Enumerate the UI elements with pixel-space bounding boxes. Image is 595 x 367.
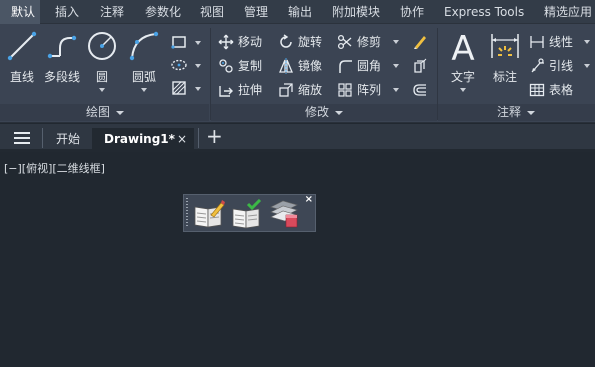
rectangle-dropdown-icon[interactable] <box>195 41 201 45</box>
modify-panel-title[interactable]: 修改 <box>305 103 344 121</box>
tab-divider <box>198 128 199 148</box>
check-notebook-icon <box>232 198 262 229</box>
line-label: 直线 <box>9 70 34 84</box>
text-dropdown-icon[interactable] <box>460 88 466 92</box>
stretch-icon <box>219 86 233 97</box>
close-toolbar-icon[interactable]: × <box>305 195 313 205</box>
fillet-icon <box>339 60 352 73</box>
text-icon: A <box>451 30 474 64</box>
line-button[interactable]: 直线 <box>4 26 40 102</box>
ellipse-dropdown-icon[interactable] <box>195 64 201 68</box>
move-icon <box>218 34 234 50</box>
dimension-label: 标注 <box>492 70 517 84</box>
fillet-label: 圆角 <box>357 59 382 73</box>
tab-drawing1-label: Drawing1* <box>104 132 175 146</box>
document-tab-bar: 开始 Drawing1* × + <box>0 124 595 152</box>
linear-dropdown-icon[interactable] <box>584 40 590 44</box>
arc-dropdown-icon[interactable] <box>141 88 147 92</box>
layer-stack-icon <box>270 200 298 228</box>
tab-insert[interactable]: 插入 <box>55 0 79 24</box>
array-label: 阵列 <box>357 83 382 97</box>
offset-icon[interactable] <box>412 82 428 98</box>
new-tab-button[interactable]: + <box>206 125 223 149</box>
move-label: 移动 <box>238 35 263 49</box>
ribbon-panel-area: 直线 多段线 圆 圆弧 绘图 移动 旋转 修剪 复制 镜像 圆角 拉伸 缩放 阵… <box>0 24 595 123</box>
linear-dimension-icon <box>530 36 544 48</box>
trim-dropdown-icon[interactable] <box>393 40 399 44</box>
tab-default[interactable]: 默认 <box>0 0 40 24</box>
drawing-canvas[interactable]: [−][俯视][二维线框] <box>0 152 595 367</box>
dimension-icon <box>491 34 519 58</box>
arc-label: 圆弧 <box>131 70 156 84</box>
tab-featured-apps[interactable]: 精选应用 <box>544 0 592 24</box>
draw-panel-title[interactable]: 绘图 <box>86 103 125 121</box>
tab-parametric[interactable]: 参数化 <box>145 0 181 24</box>
leader-icon <box>531 58 544 73</box>
toolbar-grip-handle[interactable] <box>186 198 188 228</box>
tab-manage[interactable]: 管理 <box>244 0 268 24</box>
circle-dropdown-icon[interactable] <box>99 88 105 92</box>
edit-notebook-icon <box>194 200 225 228</box>
hatch-dropdown-icon[interactable] <box>195 87 201 91</box>
fillet-dropdown-icon[interactable] <box>393 64 399 68</box>
viewport-controls[interactable]: [−][俯视][二维线框] <box>4 160 105 176</box>
svg-text:A: A <box>451 30 474 64</box>
copy-icon <box>219 59 233 73</box>
rotate-icon <box>280 34 292 48</box>
linear-label: 线性 <box>549 35 574 49</box>
line-icon <box>7 31 37 61</box>
circle-label: 圆 <box>95 70 108 84</box>
trim-icon <box>337 34 352 50</box>
explode-icon[interactable] <box>412 58 428 74</box>
tab-divider <box>42 128 43 148</box>
stretch-label: 拉伸 <box>238 83 263 97</box>
scale-icon <box>279 83 293 97</box>
draw-panel-expand-icon[interactable] <box>116 110 125 115</box>
ellipse-icon[interactable] <box>171 57 187 73</box>
arc-button[interactable]: 圆弧 <box>126 26 162 102</box>
rotate-label: 旋转 <box>298 35 323 49</box>
array-dropdown-icon[interactable] <box>393 88 399 92</box>
erase-icon[interactable] <box>412 34 428 50</box>
tab-output[interactable]: 输出 <box>288 0 312 24</box>
leader-dropdown-icon[interactable] <box>584 64 590 68</box>
dimension-button[interactable]: 标注 <box>486 26 524 102</box>
tab-view[interactable]: 视图 <box>200 0 224 24</box>
scale-label: 缩放 <box>298 83 323 97</box>
table-label: 表格 <box>549 83 574 97</box>
tab-express-tools[interactable]: Express Tools <box>444 0 524 24</box>
copy-label: 复制 <box>238 59 263 73</box>
floating-toolbar[interactable]: × <box>183 194 316 232</box>
arc-icon <box>129 31 159 61</box>
mirror-label: 镜像 <box>298 59 323 73</box>
array-icon <box>338 83 352 97</box>
trim-label: 修剪 <box>357 35 382 49</box>
modify-panel-expand-icon[interactable] <box>335 110 344 115</box>
mirror-icon <box>279 58 293 74</box>
hatch-icon[interactable] <box>171 80 187 96</box>
tab-addins[interactable]: 附加模块 <box>332 0 380 24</box>
leader-label: 引线 <box>549 59 574 73</box>
text-button[interactable]: A 文字 <box>444 26 482 102</box>
layer-stack-button[interactable] <box>269 199 301 229</box>
edit-notebook-button[interactable] <box>193 199 225 229</box>
polyline-label: 多段线 <box>43 70 80 84</box>
rectangle-icon[interactable] <box>171 34 187 50</box>
annotation-panel-title[interactable]: 注释 <box>497 103 536 121</box>
hamburger-icon[interactable] <box>13 131 31 145</box>
tab-collaborate[interactable]: 协作 <box>400 0 424 24</box>
ribbon-tab-bar: 默认 插入 注释 参数化 视图 管理 输出 附加模块 协作 Express To… <box>0 0 595 24</box>
tab-annotate[interactable]: 注释 <box>100 0 124 24</box>
circle-button[interactable]: 圆 <box>84 26 120 102</box>
check-notebook-button[interactable] <box>231 198 263 229</box>
table-icon <box>529 83 545 97</box>
annotation-panel-expand-icon[interactable] <box>527 110 536 115</box>
circle-icon <box>88 32 116 60</box>
text-label: 文字 <box>450 70 475 84</box>
close-tab-icon[interactable]: × <box>177 128 187 150</box>
polyline-icon <box>47 35 77 59</box>
polyline-button[interactable]: 多段线 <box>42 26 82 102</box>
